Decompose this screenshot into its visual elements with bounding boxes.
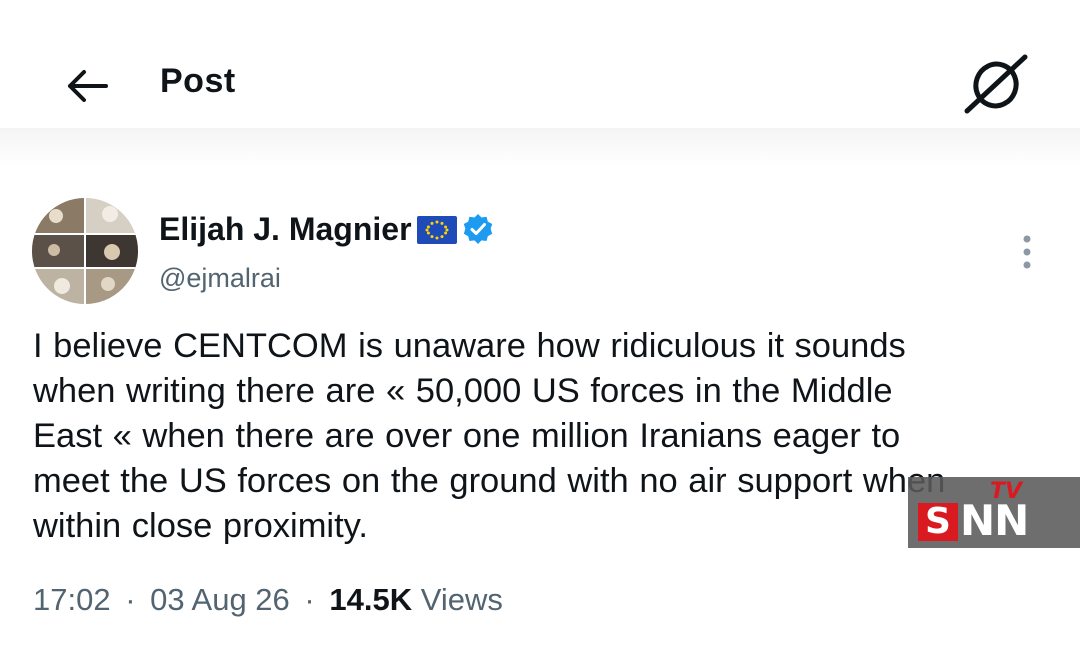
tweet-metadata: 17:02 · 03 Aug 26 · 14.5K Views — [33, 582, 503, 618]
watermark-tv: TV — [990, 479, 1023, 504]
watermark-nn: NN — [960, 496, 1029, 545]
author-avatar[interactable] — [32, 198, 138, 304]
watermark-s: S — [918, 503, 958, 541]
snn-watermark-logo: S NN TV — [908, 477, 1080, 548]
more-options-button[interactable] — [1010, 232, 1044, 272]
meta-separator: · — [125, 582, 136, 617]
tweet-text: I believe CENTCOM is unaware how ridicul… — [33, 327, 946, 545]
arrow-left-icon — [68, 70, 108, 102]
page-title: Post — [160, 62, 236, 100]
top-app-bar: Post — [0, 0, 1080, 168]
grok-icon — [964, 54, 1028, 114]
more-vertical-icon — [1023, 235, 1031, 269]
verified-badge-icon[interactable] — [462, 213, 494, 245]
grok-button[interactable] — [960, 52, 1032, 116]
author-display-name[interactable]: Elijah J. Magnier — [159, 211, 412, 248]
tweet-date[interactable]: 03 Aug 26 — [150, 582, 290, 617]
back-button[interactable] — [56, 58, 116, 114]
tweet-time[interactable]: 17:02 — [33, 582, 111, 617]
views-label[interactable]: Views — [421, 582, 503, 617]
views-count[interactable]: 14.5K — [329, 582, 412, 617]
meta-separator: · — [304, 582, 315, 617]
author-handle[interactable]: @ejmalrai — [159, 263, 281, 294]
eu-flag-icon — [417, 216, 457, 244]
header-shadow — [0, 128, 1080, 168]
